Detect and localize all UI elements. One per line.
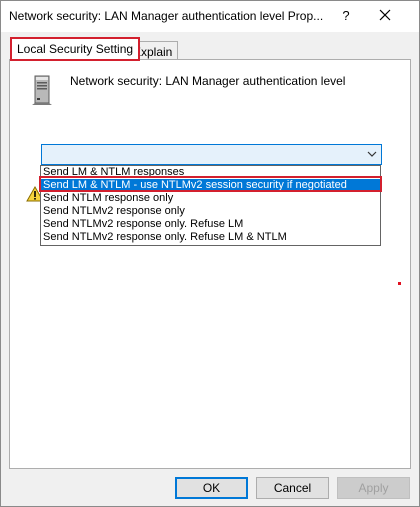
dropdown-list: Send LM & NTLM responses Send LM & NTLM … xyxy=(40,165,381,246)
close-button[interactable] xyxy=(371,5,399,27)
policy-name: Network security: LAN Manager authentica… xyxy=(70,74,346,88)
close-icon xyxy=(379,9,391,21)
cancel-button[interactable]: Cancel xyxy=(256,477,329,499)
apply-button[interactable]: Apply xyxy=(337,477,410,499)
properties-dialog: Network security: LAN Manager authentica… xyxy=(0,0,420,507)
tab-panel: Network security: LAN Manager authentica… xyxy=(9,59,411,469)
dropdown-option[interactable]: Send NTLM response only xyxy=(41,192,380,205)
ok-button[interactable]: OK xyxy=(175,477,248,499)
title-bar: Network security: LAN Manager authentica… xyxy=(1,1,419,32)
tab-local-security-setting[interactable]: Local Security Setting xyxy=(10,37,141,61)
help-button[interactable]: ? xyxy=(334,6,358,26)
dropdown-option[interactable]: Send NTLMv2 response only. Refuse LM & N… xyxy=(41,231,380,244)
dropdown-option[interactable]: Send LM & NTLM responses xyxy=(41,166,380,179)
dropdown-option[interactable]: Send NTLMv2 response only. Refuse LM xyxy=(41,218,380,231)
dropdown-option[interactable]: Send NTLMv2 response only xyxy=(41,205,380,218)
server-icon xyxy=(32,75,52,105)
annotation-dot xyxy=(398,282,401,285)
dropdown-option-selected[interactable]: Send LM & NTLM - use NTLMv2 session secu… xyxy=(41,179,380,192)
chevron-down-icon xyxy=(367,151,377,157)
authentication-level-select[interactable] xyxy=(41,144,382,165)
window-title: Network security: LAN Manager authentica… xyxy=(9,9,324,23)
